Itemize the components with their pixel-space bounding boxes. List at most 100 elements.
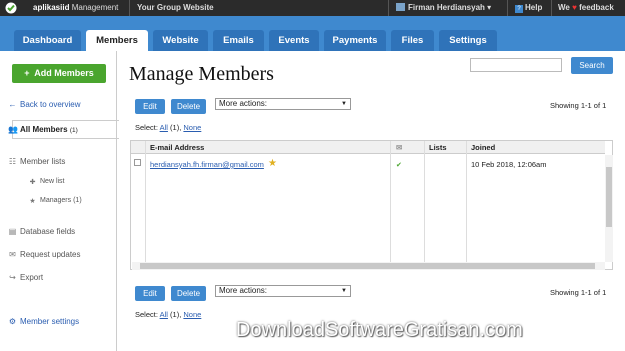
select-links-bottom: Select: All (1), None [135, 310, 201, 319]
sidebar-item-all-members[interactable]: 👥 All Members (1) [8, 125, 78, 134]
request-updates-label: Request updates [20, 250, 81, 259]
top-bar: aplikasiid Management Your Group Website… [0, 0, 625, 16]
edit-button[interactable]: Edit [135, 99, 165, 114]
feedback-link[interactable]: We ♥ feedback [558, 0, 614, 16]
more-actions-select-bottom[interactable]: More actions: ▼ [215, 285, 351, 297]
more-actions-value: More actions: [219, 286, 268, 295]
member-email-link[interactable]: herdiansyah.fh.firman@gmail.com [150, 160, 264, 169]
main-content: Manage Members Search Edit Delete More a… [116, 51, 625, 351]
col-joined[interactable]: Joined [468, 141, 495, 154]
select-all-count: (1), [170, 123, 182, 132]
star-icon[interactable]: ★ [268, 158, 277, 169]
envelope-icon: ✉ [9, 250, 16, 259]
verified-check-icon: ✔ [396, 162, 402, 169]
sidebar-item-member-settings[interactable]: ⚙ Member settings [9, 317, 80, 326]
arrow-left-icon: ← [8, 100, 17, 109]
col-email[interactable]: E-mail Address [147, 141, 204, 154]
main-nav: Dashboard Members Website Emails Events … [0, 16, 625, 51]
showing-count: Showing 1-1 of 1 [550, 101, 607, 110]
plus-icon: ✚ [29, 179, 36, 186]
add-members-button[interactable]: + Add Members [12, 64, 106, 83]
member-lists-label: Member lists [20, 157, 66, 166]
sidebar-item-export[interactable]: ↪ Export [9, 273, 43, 282]
users-icon: 👥 [8, 125, 18, 134]
topbar-divider [507, 0, 508, 16]
sidebar-item-member-lists[interactable]: ☷ Member lists [9, 157, 66, 166]
envelope-icon: ✉ [396, 143, 403, 152]
sidebar-item-new-list[interactable]: ✚ New list [30, 178, 65, 186]
list-icon: ☷ [8, 157, 17, 166]
watermark-text: DownloadSoftwareGratisan.com [236, 319, 523, 341]
row-checkbox[interactable] [134, 159, 141, 166]
more-actions-select[interactable]: More actions: ▼ [215, 98, 351, 110]
col-divider [145, 141, 146, 262]
page-title: Manage Members [129, 63, 274, 85]
user-menu[interactable]: Firman Herdiansyah ▾ [396, 0, 491, 16]
select-all-link[interactable]: All [160, 310, 168, 319]
select-none-link[interactable]: None [183, 310, 201, 319]
tab-dashboard[interactable]: Dashboard [14, 30, 81, 51]
topbar-divider [129, 0, 130, 16]
app-name[interactable]: aplikasiid Management [33, 0, 118, 16]
vertical-scrollbar[interactable] [605, 155, 613, 262]
sidebar-item-request-updates[interactable]: ✉ Request updates [9, 250, 81, 259]
scroll-thumb[interactable] [606, 167, 612, 227]
all-members-count: (1) [69, 127, 78, 134]
tab-members[interactable]: Members [86, 30, 148, 51]
col-verified[interactable]: ✉ [393, 141, 423, 154]
gear-icon: ⚙ [8, 317, 17, 326]
select-arrow-icon: ▼ [341, 101, 347, 107]
star-icon: ★ [29, 198, 36, 205]
app-name-bold: aplikasiid [33, 3, 70, 12]
select-links: Select: All (1), None [135, 123, 201, 132]
new-list-label: New list [40, 178, 65, 185]
all-members-label: All Members [20, 125, 68, 134]
help-icon: ? [515, 5, 523, 13]
topbar-divider [551, 0, 552, 16]
app-logo-icon[interactable] [5, 0, 17, 16]
user-avatar-icon [396, 3, 405, 11]
tab-settings[interactable]: Settings [439, 30, 497, 51]
select-label: Select: [135, 310, 158, 319]
sidebar-item-managers[interactable]: ★ Managers (1) [29, 197, 82, 205]
select-arrow-icon: ▼ [341, 288, 347, 294]
tab-files[interactable]: Files [391, 30, 434, 51]
topbar-divider [388, 0, 389, 16]
back-label: Back to overview [20, 100, 81, 109]
search-button[interactable]: Search [571, 57, 613, 74]
delete-button-bottom[interactable]: Delete [171, 286, 206, 301]
scroll-thumb[interactable] [140, 263, 595, 269]
tab-payments[interactable]: Payments [324, 30, 386, 51]
col-divider [466, 141, 467, 262]
app-root: aplikasiid Management Your Group Website… [0, 0, 625, 351]
select-all-link[interactable]: All [160, 123, 168, 132]
sidebar: + Add Members ← Back to overview 👥 All Mem… [0, 51, 119, 351]
select-none-link[interactable]: None [183, 123, 201, 132]
col-lists[interactable]: Lists [426, 141, 447, 154]
plus-icon: + [24, 68, 30, 78]
delete-button[interactable]: Delete [171, 99, 206, 114]
member-settings-label: Member settings [20, 317, 80, 326]
feedback-post: feedback [579, 3, 614, 12]
search-input[interactable] [470, 58, 562, 72]
feedback-pre: We [558, 3, 570, 12]
heart-icon: ♥ [572, 3, 577, 12]
sidebar-item-database-fields[interactable]: ▤ Database fields [9, 227, 76, 236]
more-actions-value: More actions: [219, 99, 268, 108]
back-to-overview-link[interactable]: ← Back to overview [9, 100, 81, 109]
add-members-label: Add Members [34, 68, 94, 78]
user-name: Firman Herdiansyah [408, 3, 485, 12]
edit-button-bottom[interactable]: Edit [135, 286, 165, 301]
tab-website[interactable]: Website [153, 30, 208, 51]
tab-emails[interactable]: Emails [213, 30, 264, 51]
member-joined: 10 Feb 2018, 12:06am [471, 160, 547, 169]
managers-count: (1) [73, 197, 82, 204]
help-link[interactable]: ? Help [515, 0, 542, 16]
tab-events[interactable]: Events [269, 30, 319, 51]
group-website-link[interactable]: Your Group Website [137, 0, 214, 16]
app-name-rest: Management [71, 3, 119, 12]
database-fields-label: Database fields [20, 227, 76, 236]
members-table: E-mail Address ✉ Lists Joined herdiansya… [130, 140, 613, 270]
horizontal-scrollbar[interactable] [132, 262, 605, 270]
database-icon: ▤ [8, 227, 17, 236]
